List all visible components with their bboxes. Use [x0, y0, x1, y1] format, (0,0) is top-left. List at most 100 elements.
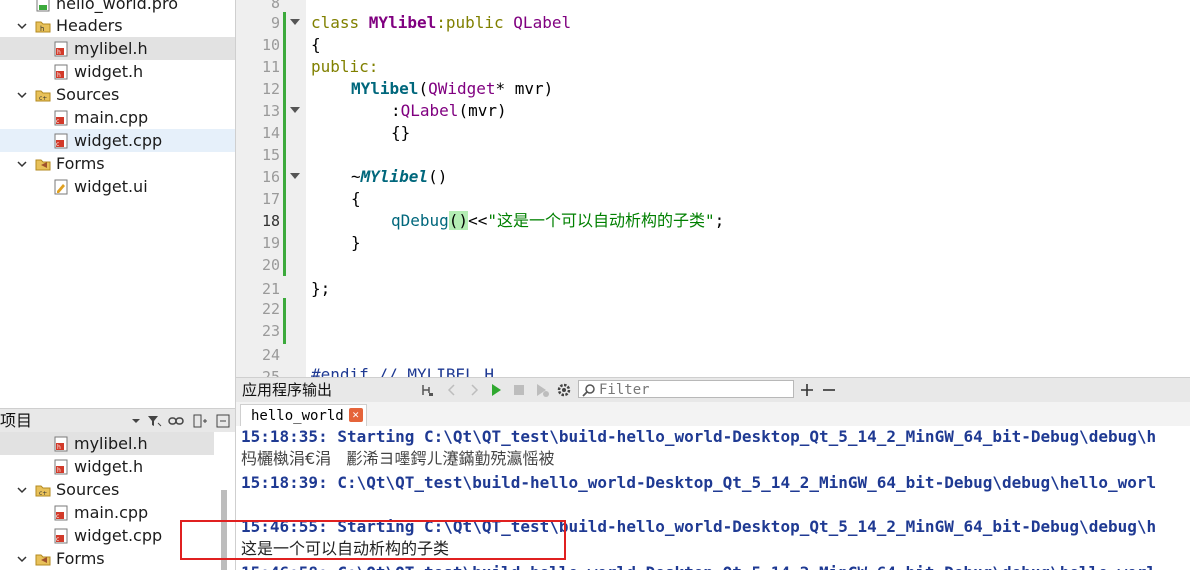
code-line-10: { [311, 35, 321, 54]
project-tree: hello_world.pro h Headers h mylibel.h h … [0, 0, 235, 405]
log-line: 15:18:35: Starting C:\Qt\QT_test\build-h… [241, 427, 1157, 446]
svg-text:c+: c+ [39, 95, 47, 102]
dropdown-arrow-icon[interactable] [128, 413, 144, 429]
line-number: 19 [261, 234, 280, 252]
line-number: 23 [261, 322, 280, 340]
output-tab-bar: hello_world ✕ [236, 402, 1190, 427]
tree-item-widget-cpp[interactable]: c widget.cpp [0, 129, 235, 152]
svg-text:h: h [57, 444, 61, 451]
line-number: 14 [261, 124, 280, 142]
line-number: 10 [261, 36, 280, 54]
next-item-icon[interactable] [466, 382, 482, 398]
link-icon[interactable] [168, 413, 184, 429]
tree-folder-headers[interactable]: h Headers [0, 14, 235, 37]
code-area[interactable]: class MYlibel:public QLabel { public: MY… [311, 0, 1190, 377]
tree-item-widget-h[interactable]: h widget.h [0, 455, 235, 478]
tree-folder-sources[interactable]: c+ Sources [0, 83, 235, 106]
code-line-11: public: [311, 57, 379, 76]
code-line-17: { [351, 189, 361, 208]
output-pane-title: 应用程序输出 [242, 381, 333, 399]
filter-input[interactable]: Filter [578, 380, 794, 398]
filter-icon[interactable] [146, 413, 162, 429]
line-number-gutter: 8 9 10 11 12 13 14 15 16 17 18 19 20 21 … [236, 0, 306, 377]
line-number: 20 [261, 256, 280, 274]
fold-arrow-icon[interactable] [290, 107, 300, 113]
chevron-down-icon[interactable] [16, 89, 28, 101]
tab-hello-world[interactable]: hello_world ✕ [240, 404, 367, 427]
folder-icon: c+ [35, 482, 51, 498]
pro-file-icon [35, 0, 51, 12]
close-pane-icon[interactable] [215, 413, 231, 429]
stop-icon[interactable] [511, 382, 527, 398]
ui-file-icon [53, 179, 69, 195]
line-number: 11 [261, 58, 280, 76]
split-icon[interactable] [192, 413, 208, 429]
log-line: 15:18:39: C:\Qt\QT_test\build-hello_worl… [241, 473, 1157, 492]
svg-text:h: h [57, 49, 61, 56]
tree-item-main-cpp[interactable]: c main.cpp [0, 106, 235, 129]
svg-text:h: h [57, 72, 61, 79]
code-line-21: }; [311, 279, 331, 298]
source-file-icon: c [53, 133, 69, 149]
change-marker [283, 12, 286, 276]
line-number: 16 [261, 168, 280, 186]
close-icon[interactable]: ✕ [348, 408, 363, 422]
fold-arrow-icon[interactable] [290, 19, 300, 25]
chevron-down-icon[interactable] [16, 158, 28, 170]
header-file-icon: h [53, 41, 69, 57]
svg-text:c: c [56, 118, 59, 125]
code-line-25: #endif // MYLIBEL_H [311, 365, 495, 377]
chevron-down-icon[interactable] [16, 484, 28, 496]
line-number: 22 [261, 300, 280, 318]
tree-folder-forms[interactable]: Forms [0, 152, 235, 175]
svg-text:h: h [40, 25, 44, 33]
line-number: 13 [261, 102, 280, 120]
run-icon[interactable] [488, 382, 504, 398]
code-line-12: MYlibel(QWidget* mvr) [351, 79, 554, 98]
code-line-13: :QLabel(mvr) [391, 101, 507, 120]
line-number: 21 [261, 280, 280, 298]
gear-icon[interactable] [556, 382, 572, 398]
tree-item-widget-h[interactable]: h widget.h [0, 60, 235, 83]
code-editor[interactable]: 8 9 10 11 12 13 14 15 16 17 18 19 20 21 … [236, 0, 1190, 377]
project-pane-toolbar: 项目 [0, 408, 235, 433]
line-number: 24 [261, 346, 280, 364]
folder-icon [35, 156, 51, 172]
chevron-down-icon[interactable] [16, 20, 28, 32]
source-file-icon: c [53, 505, 69, 521]
code-line-18: qDebug()<<"这是一个可以自动析构的子类"; [391, 211, 725, 230]
header-file-icon: h [53, 459, 69, 475]
header-file-icon: h [53, 436, 69, 452]
tree-folder-sources[interactable]: c+ Sources [0, 478, 235, 501]
minus-icon[interactable] [821, 382, 837, 398]
tree-item-widget-ui[interactable]: widget.ui [0, 175, 235, 198]
fold-arrow-icon[interactable] [290, 173, 300, 179]
source-file-icon: c [53, 528, 69, 544]
header-file-icon: h [53, 64, 69, 80]
chevron-down-icon[interactable] [16, 553, 28, 565]
attach-debugger-icon[interactable] [419, 382, 435, 398]
search-icon [582, 383, 596, 402]
tree-item-hello-world-pro[interactable]: hello_world.pro [0, 0, 235, 15]
svg-text:h: h [57, 467, 61, 474]
folder-icon: h [35, 18, 51, 34]
line-number: 12 [261, 80, 280, 98]
folder-icon: c+ [35, 87, 51, 103]
line-number: 25 [261, 368, 280, 377]
previous-item-icon[interactable] [444, 382, 460, 398]
line-number: 15 [261, 146, 280, 164]
code-line-19: } [351, 233, 361, 252]
plus-icon[interactable] [799, 382, 815, 398]
output-pane-toolbar: 应用程序输出 Filter [236, 377, 1190, 402]
line-number: 9 [270, 14, 280, 32]
tree-item-mylibel-h[interactable]: h mylibel.h [0, 37, 235, 60]
svg-text:c: c [56, 141, 59, 148]
debug-run-icon[interactable] [534, 382, 550, 398]
svg-text:c: c [56, 513, 59, 520]
tree-item-mylibel-h[interactable]: h mylibel.h [0, 432, 214, 455]
source-file-icon: c [53, 110, 69, 126]
filter-placeholder: Filter [599, 382, 650, 398]
log-line: 15:46:58: C:\Qt\QT_test\build-hello_worl… [241, 562, 1156, 570]
svg-text:c: c [56, 536, 59, 543]
project-pane-title: 项目 [0, 411, 33, 430]
